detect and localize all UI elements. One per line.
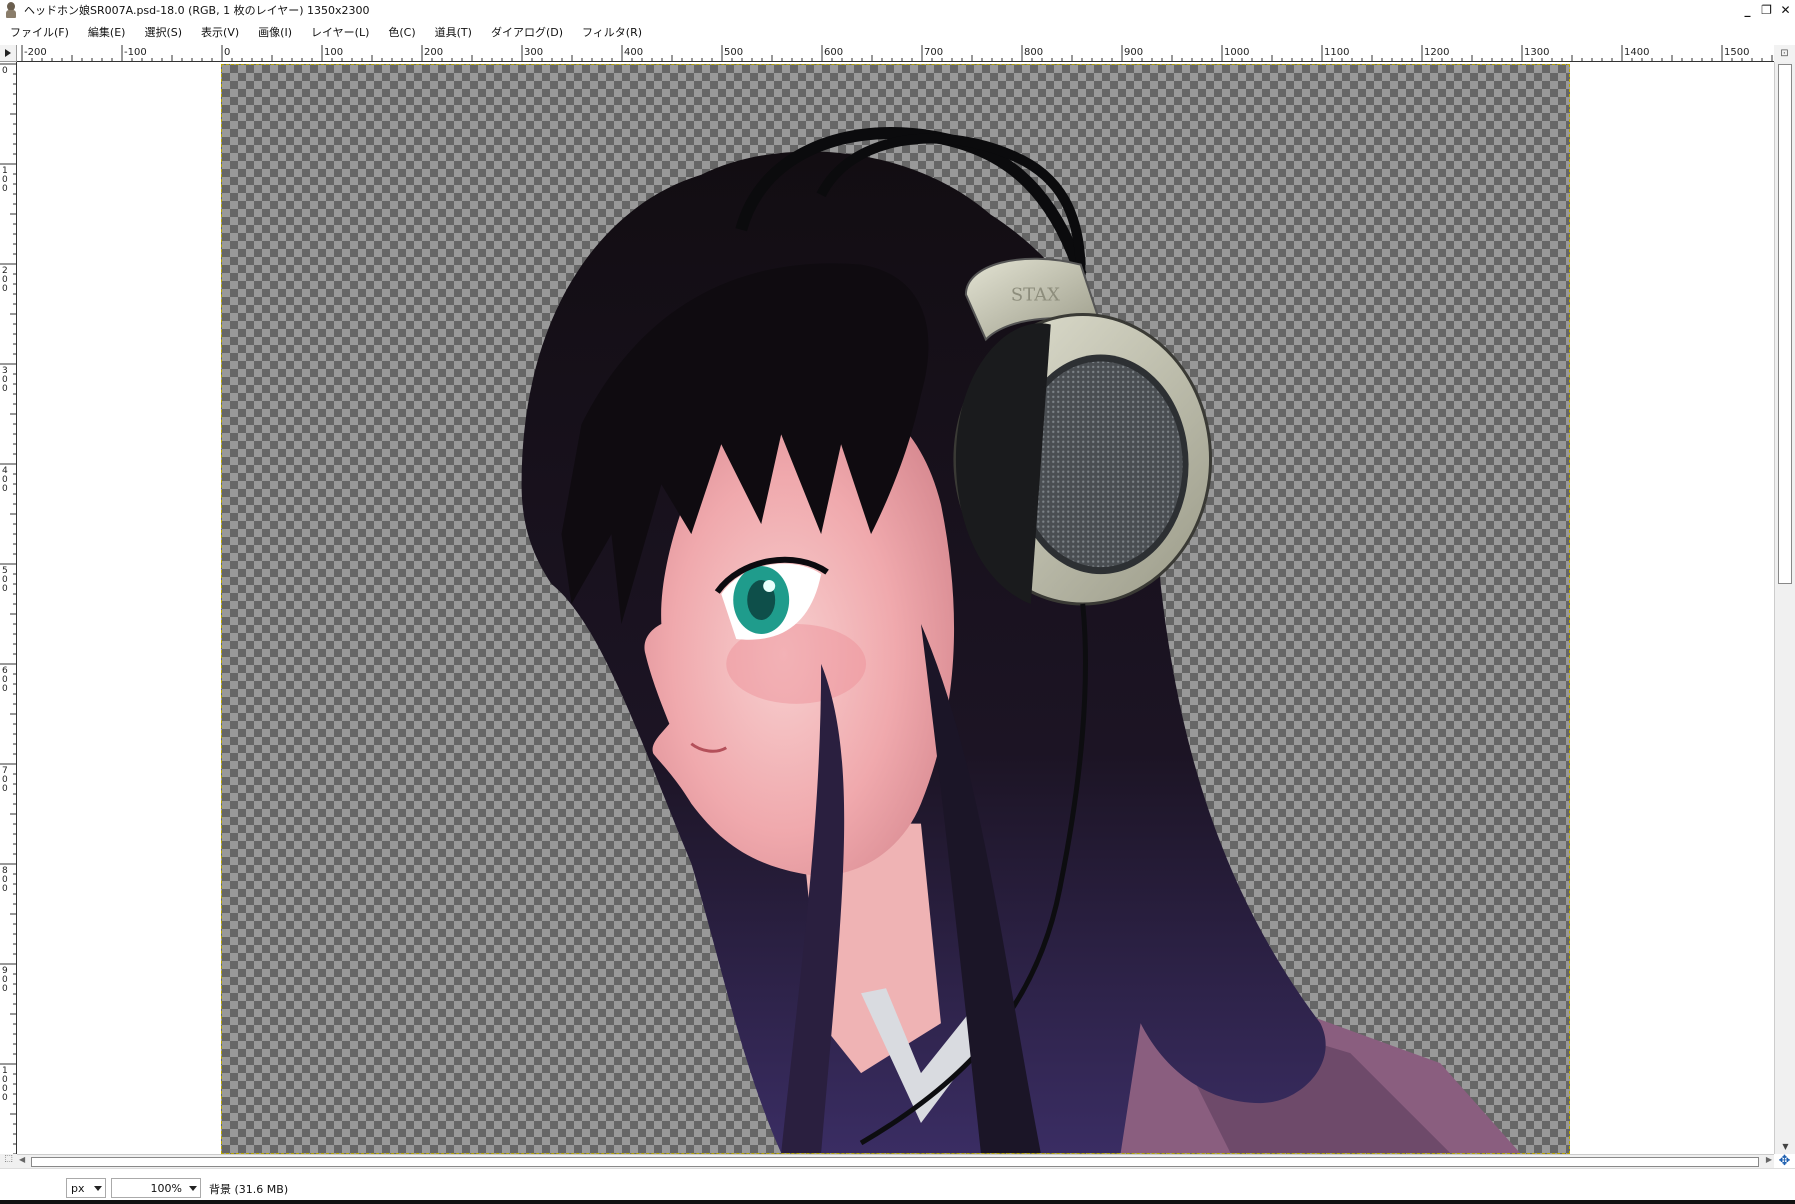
menu-image[interactable]: 画像(I) [256,22,294,42]
ruler-label: -100 [124,47,147,58]
ruler-label: 500 [724,47,743,58]
chevron-down-icon [189,1186,197,1191]
image-canvas[interactable]: STAX [221,64,1570,1154]
zoom-value: 100% [150,1182,182,1195]
menu-layer[interactable]: レイヤー(L) [309,22,371,42]
ruler-label: 100 [324,47,343,58]
status-bar: px 100% 背景 (31.6 MB) [0,1168,1795,1204]
zoom-select[interactable]: 100% [111,1178,201,1198]
vertical-scrollbar[interactable]: ▲ ▼ [1774,62,1795,1154]
ruler-label: 1000 [1224,47,1249,58]
menu-dialogs[interactable]: ダイアログ(D) [489,22,565,42]
ruler-label: -200 [24,47,47,58]
unit-select[interactable]: px [66,1178,106,1198]
zoom-fit-icon[interactable]: ⊡ [1774,45,1795,62]
ruler-label: 0 [224,47,230,58]
ruler-label: 900 [1124,47,1143,58]
horizontal-ruler-scale: -200 -100 0 100 200 300 400 500 600 700 800 900 1000… [21,45,1773,61]
headphone-brand-text: STAX [1011,285,1060,306]
minimize-button[interactable]: _ [1740,2,1755,17]
menu-filters[interactable]: フィルタ(R) [580,22,644,42]
window-title: ヘッドホン娘SR007A.psd-18.0 (RGB, 1 枚のレイヤー) 13… [24,4,370,17]
horizontal-scrollbar[interactable]: ◀ ▶ [17,1154,1774,1168]
ruler-label: 0 [2,284,8,294]
ruler-label: 700 [924,47,943,58]
ruler-label: 0 [2,1093,8,1103]
menu-bar: ファイル(F) 編集(E) 選択(S) 表示(V) 画像(I) レイヤー(L) … [0,22,1795,42]
ruler-label: 0 [2,184,8,194]
close-button[interactable]: ✕ [1778,2,1793,17]
ruler-label: 0 [2,584,8,594]
ruler-label: 400 [624,47,643,58]
ruler-label: 1400 [1624,47,1649,58]
ruler-label: 1200 [1424,47,1449,58]
title-bar: ヘッドホン娘SR007A.psd-18.0 (RGB, 1 枚のレイヤー) 13… [0,0,1795,20]
vertical-ruler-scale: 01002003004005006007008009001000 [0,63,16,1154]
menu-select[interactable]: 選択(S) [142,22,184,42]
bottom-border [0,1200,1795,1204]
ruler-label: 0 [2,984,8,994]
ruler-label: 0 [2,784,8,794]
vertical-ruler[interactable]: 01002003004005006007008009001000 [0,62,17,1154]
canvas-area[interactable]: STAX [17,62,1774,1154]
ruler-label: 1100 [1324,47,1349,58]
menu-edit[interactable]: 編集(E) [86,22,128,42]
gimp-wilber-icon [4,2,18,18]
ruler-label: 600 [824,47,843,58]
ruler-label: 1500 [1724,47,1749,58]
chevron-down-icon [94,1186,102,1191]
menu-file[interactable]: ファイル(F) [8,22,71,42]
ruler-corner-icon[interactable] [0,45,17,62]
horizontal-scroll-thumb[interactable] [31,1157,1759,1167]
artwork-illustration: STAX [521,127,1521,1153]
ruler-label: 1300 [1524,47,1549,58]
ruler-label: 0 [2,66,8,76]
ruler-label: 0 [2,684,8,694]
unit-value: px [71,1182,85,1195]
scroll-left-icon[interactable]: ◀ [19,1155,25,1164]
horizontal-ruler[interactable]: -200 -100 0 100 200 300 400 500 600 700 800 900 1000… [17,45,1774,62]
menu-tools[interactable]: 道具(T) [433,22,474,42]
layer-info-text: 背景 (31.6 MB) [209,1183,289,1196]
ruler-label: 0 [2,384,8,394]
navigate-cross-icon[interactable]: ✥ [1774,1153,1795,1169]
ruler-label: 200 [424,47,443,58]
ruler-label: 800 [1024,47,1043,58]
vertical-scroll-thumb[interactable] [1778,64,1792,584]
ruler-label: 0 [2,484,8,494]
restore-button[interactable]: ❐ [1759,2,1774,17]
menu-colors[interactable]: 色(C) [386,22,417,42]
scroll-right-icon[interactable]: ▶ [1766,1155,1772,1164]
window-controls: _ ❐ ✕ [1740,2,1793,17]
ruler-label: 0 [2,884,8,894]
ruler-label: 300 [524,47,543,58]
quick-mask-icon[interactable]: ⬚ [0,1154,17,1168]
menu-view[interactable]: 表示(V) [199,22,241,42]
